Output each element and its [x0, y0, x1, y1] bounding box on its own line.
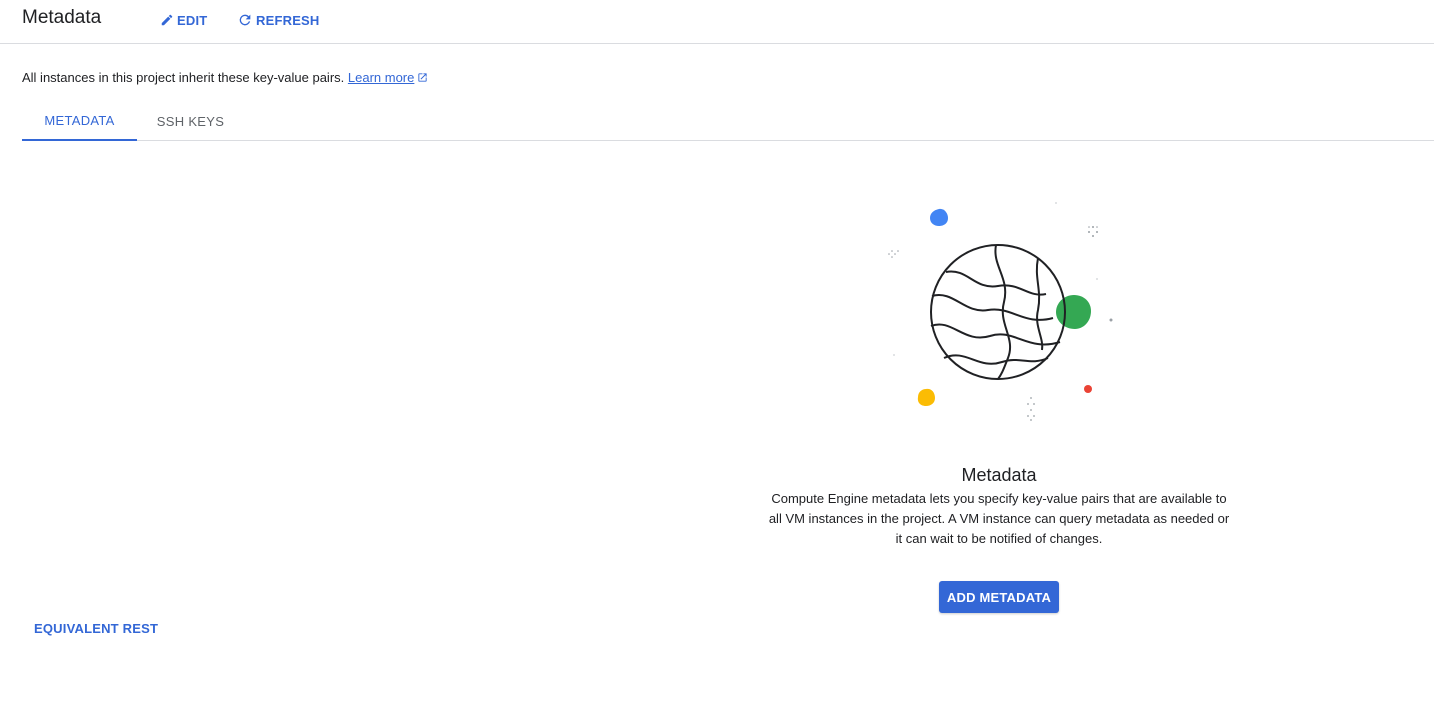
add-metadata-button[interactable]: ADD METADATA	[939, 581, 1059, 613]
empty-state-description: Compute Engine metadata lets you specify…	[768, 491, 1230, 546]
yellow-blob	[917, 388, 935, 406]
learn-more-link[interactable]: Learn more	[348, 70, 414, 85]
blue-blob	[930, 208, 948, 226]
globe	[930, 244, 1066, 380]
green-blob	[1056, 295, 1091, 329]
equivalent-rest-link[interactable]: EQUIVALENT REST	[34, 621, 158, 636]
tab-metadata[interactable]: METADATA	[22, 102, 137, 141]
red-dot	[1084, 385, 1092, 393]
edit-button[interactable]: EDIT	[160, 11, 207, 29]
inheritance-info-text: All instances in this project inherit th…	[22, 70, 345, 85]
refresh-icon	[237, 12, 253, 28]
pencil-icon	[160, 13, 174, 27]
open-in-new-icon[interactable]	[417, 71, 428, 86]
refresh-button-label: REFRESH	[256, 12, 320, 28]
edit-button-label: EDIT	[177, 12, 208, 28]
empty-state-title: Metadata	[961, 465, 1037, 485]
refresh-button[interactable]: REFRESH	[237, 11, 320, 29]
tab-ssh-keys[interactable]: SSH KEYS	[137, 102, 244, 141]
page-header: Metadata EDIT REFRESH	[0, 0, 1434, 44]
tab-bar: METADATA SSH KEYS	[22, 102, 1434, 141]
page-title: Metadata	[22, 7, 102, 28]
globe-illustration	[878, 198, 1124, 428]
inheritance-info: All instances in this project inherit th…	[22, 70, 428, 86]
